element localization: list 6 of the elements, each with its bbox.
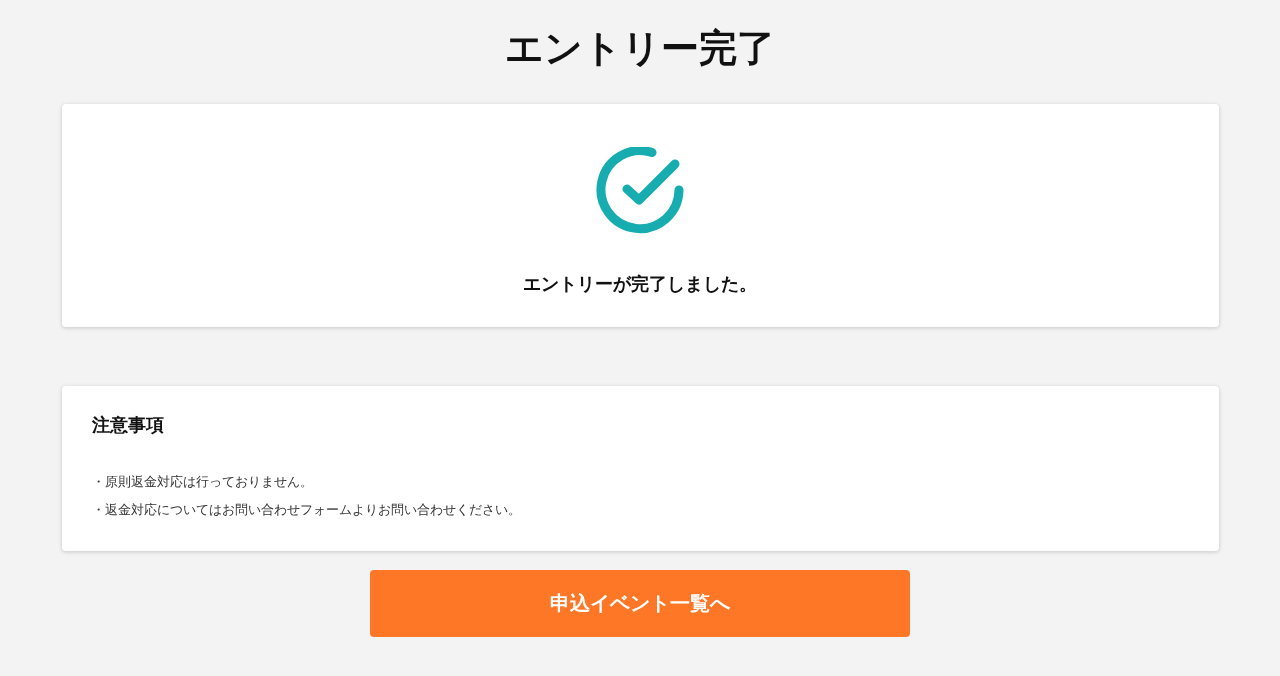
completion-message: エントリーが完了しました。 xyxy=(523,272,757,296)
event-list-button[interactable]: 申込イベント一覧へ xyxy=(370,570,910,637)
page-title: エントリー完了 xyxy=(505,25,775,72)
note-item: ・原則返金対応は行っておりません。 xyxy=(91,473,313,491)
notes-heading: 注意事項 xyxy=(91,413,165,437)
note-item: ・返金対応についてはお問い合わせフォームよりお問い合わせください。 xyxy=(91,501,521,519)
